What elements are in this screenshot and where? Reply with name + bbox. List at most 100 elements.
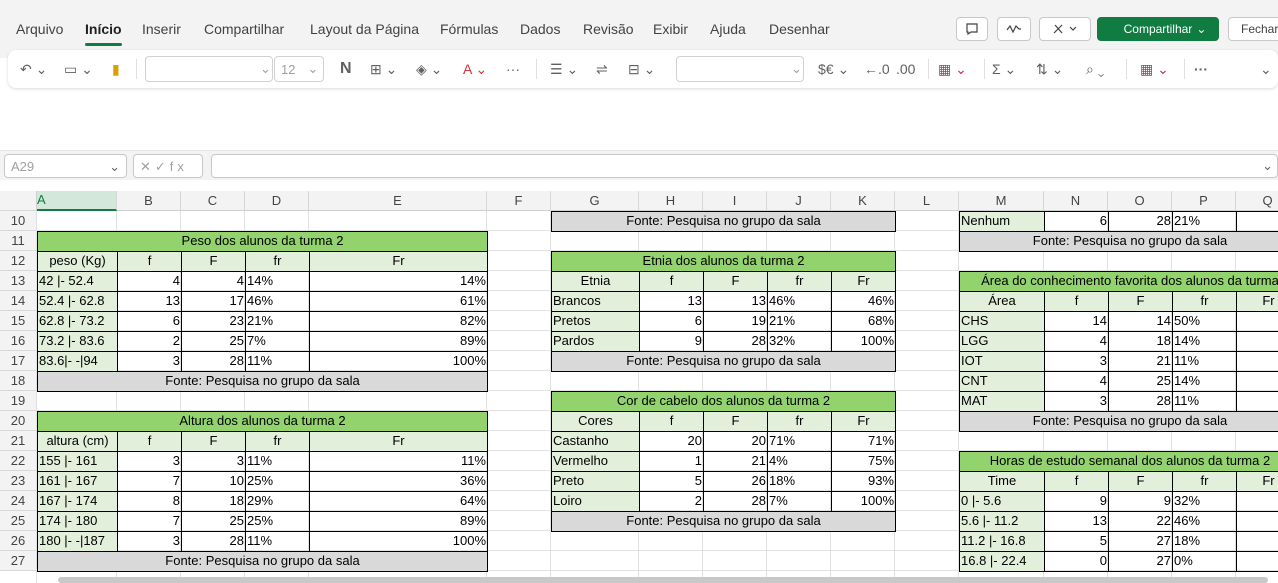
altura-cell[interactable]: 100%	[309, 531, 488, 552]
area-cell[interactable]: IOT	[959, 351, 1045, 372]
column-header-O[interactable]: O	[1108, 191, 1172, 211]
row-header-25[interactable]: 25	[0, 511, 37, 531]
cabelo-cell[interactable]: 20	[703, 431, 768, 452]
horas-cell[interactable]: 5	[1044, 531, 1109, 552]
peso-cell[interactable]: 21%	[245, 311, 310, 332]
altura-header[interactable]: Fr	[309, 431, 488, 452]
altura-header[interactable]: F	[181, 431, 246, 452]
column-header-F[interactable]: F	[487, 191, 551, 211]
altura-cell[interactable]: 11%	[245, 531, 310, 552]
altura-cell[interactable]: 180 |- -|187	[37, 531, 118, 552]
peso-title[interactable]: Peso dos alunos da turma 2	[37, 231, 488, 252]
area-header[interactable]: fr	[1172, 291, 1237, 312]
top-cell[interactable]: 10	[1236, 211, 1278, 232]
peso-cell[interactable]: 17	[181, 291, 246, 312]
peso-header[interactable]: Fr	[309, 251, 488, 272]
altura-header[interactable]: fr	[245, 431, 310, 452]
altura-header[interactable]: altura (cm)	[37, 431, 118, 452]
top-source[interactable]: Fonte: Pesquisa no grupo da sala	[959, 231, 1278, 252]
etnia-header[interactable]: F	[703, 271, 768, 292]
cabelo-cell[interactable]: 18%	[767, 471, 832, 492]
altura-cell[interactable]: 25	[181, 511, 246, 532]
cabelo-cell[interactable]: 2	[639, 491, 704, 512]
name-box[interactable]: A29 ⌄	[4, 154, 127, 178]
row-header-17[interactable]: 17	[0, 351, 37, 371]
column-header-J[interactable]: J	[767, 191, 831, 211]
area-cell[interactable]: 14%	[1172, 331, 1237, 352]
menu-compartilhar[interactable]: Compartilhar	[204, 21, 284, 37]
horas-title[interactable]: Horas de estudo semanal dos alunos da tu…	[959, 451, 1278, 472]
area-cell[interactable]: CNT	[959, 371, 1045, 392]
peso-cell[interactable]: 14%	[309, 271, 488, 292]
menu-desenhar[interactable]: Desenhar	[769, 21, 830, 37]
area-cell[interactable]: 6	[1236, 331, 1278, 352]
cabelo-cell[interactable]: 71%	[831, 431, 896, 452]
cabelo-cell[interactable]: 75%	[831, 451, 896, 472]
etnia-header[interactable]: fr	[767, 271, 832, 292]
area-cell[interactable]: 14	[1108, 311, 1173, 332]
area-cell[interactable]: 25	[1108, 371, 1173, 392]
menu-inicio[interactable]: Início	[85, 21, 122, 46]
peso-cell[interactable]: 6	[117, 311, 182, 332]
etnia-cell[interactable]: 13	[703, 291, 768, 312]
altura-cell[interactable]: 167 |- 174	[37, 491, 118, 512]
altura-cell[interactable]: 89%	[309, 511, 488, 532]
altura-cell[interactable]: 25%	[245, 471, 310, 492]
top-cell[interactable]: 6	[1044, 211, 1109, 232]
cabelo-cell[interactable]: 21	[703, 451, 768, 472]
horas-cell[interactable]: 16.8 |- 22.4	[959, 551, 1045, 572]
peso-cell[interactable]: 28	[181, 351, 246, 372]
row-header-22[interactable]: 22	[0, 451, 37, 471]
increase-decimal-icon[interactable]: ←.0	[864, 58, 890, 80]
close-button[interactable]: Fechar	[1228, 17, 1278, 41]
prev-source[interactable]: Fonte: Pesquisa no grupo da sala	[551, 211, 896, 232]
altura-cell[interactable]: 7	[117, 471, 182, 492]
altura-cell[interactable]: 11%	[309, 451, 488, 472]
area-cell[interactable]: 3	[1044, 351, 1109, 372]
row-header-23[interactable]: 23	[0, 471, 37, 491]
row-header-10[interactable]: 10	[0, 211, 37, 231]
cabelo-cell[interactable]: 26	[703, 471, 768, 492]
area-cell[interactable]: 18	[1108, 331, 1173, 352]
horas-cell[interactable]: 9	[1236, 551, 1278, 572]
altura-cell[interactable]: 10	[181, 471, 246, 492]
comment-icon[interactable]	[956, 17, 988, 41]
find-icon[interactable]: ⌕ ⌄	[1086, 58, 1104, 80]
altura-cell[interactable]: 64%	[309, 491, 488, 512]
row-header-14[interactable]: 14	[0, 291, 37, 311]
etnia-cell[interactable]: Pardos	[551, 331, 640, 352]
column-header-Q[interactable]: Q	[1236, 191, 1278, 211]
collapse-ribbon-icon[interactable]: ⌄	[1260, 58, 1272, 80]
area-header[interactable]: F	[1108, 291, 1173, 312]
peso-header[interactable]: F	[181, 251, 246, 272]
altura-source[interactable]: Fonte: Pesquisa no grupo da sala	[37, 551, 488, 572]
column-header-K[interactable]: K	[831, 191, 895, 211]
undo-icon[interactable]: ↶ ⌄	[20, 58, 47, 80]
cabelo-header[interactable]: Fr	[831, 411, 896, 432]
area-cell[interactable]: 11%	[1172, 351, 1237, 372]
font-name-select[interactable]: ⌄	[145, 56, 273, 82]
etnia-cell[interactable]: 100%	[831, 331, 896, 352]
align-icon[interactable]: ☰ ⌄	[550, 58, 578, 80]
horizontal-scrollbar[interactable]	[58, 577, 1268, 583]
peso-cell[interactable]: 73.2 |- 83.6	[37, 331, 118, 352]
top-cell[interactable]: 21%	[1172, 211, 1237, 232]
horas-cell[interactable]: 27	[1108, 531, 1173, 552]
column-header-H[interactable]: H	[639, 191, 703, 211]
area-cell[interactable]: 14	[1044, 311, 1109, 332]
altura-header[interactable]: f	[117, 431, 182, 452]
cells-icon[interactable]: ▦ ⌄	[1140, 58, 1169, 80]
area-cell[interactable]: 10	[1236, 391, 1278, 412]
peso-cell[interactable]: 13	[117, 291, 182, 312]
column-header-G[interactable]: G	[551, 191, 639, 211]
horas-cell[interactable]: 7	[1236, 511, 1278, 532]
cabelo-cell[interactable]: Vermelho	[551, 451, 640, 472]
cabelo-cell[interactable]: 100%	[831, 491, 896, 512]
cabelo-header[interactable]: Cores	[551, 411, 640, 432]
area-cell[interactable]: 4	[1044, 331, 1109, 352]
cabelo-cell[interactable]: 20	[639, 431, 704, 452]
altura-cell[interactable]: 25%	[245, 511, 310, 532]
etnia-cell[interactable]: 32%	[767, 331, 832, 352]
area-title[interactable]: Área do conhecimento favorita dos alunos…	[959, 271, 1278, 292]
cabelo-cell[interactable]: 93%	[831, 471, 896, 492]
